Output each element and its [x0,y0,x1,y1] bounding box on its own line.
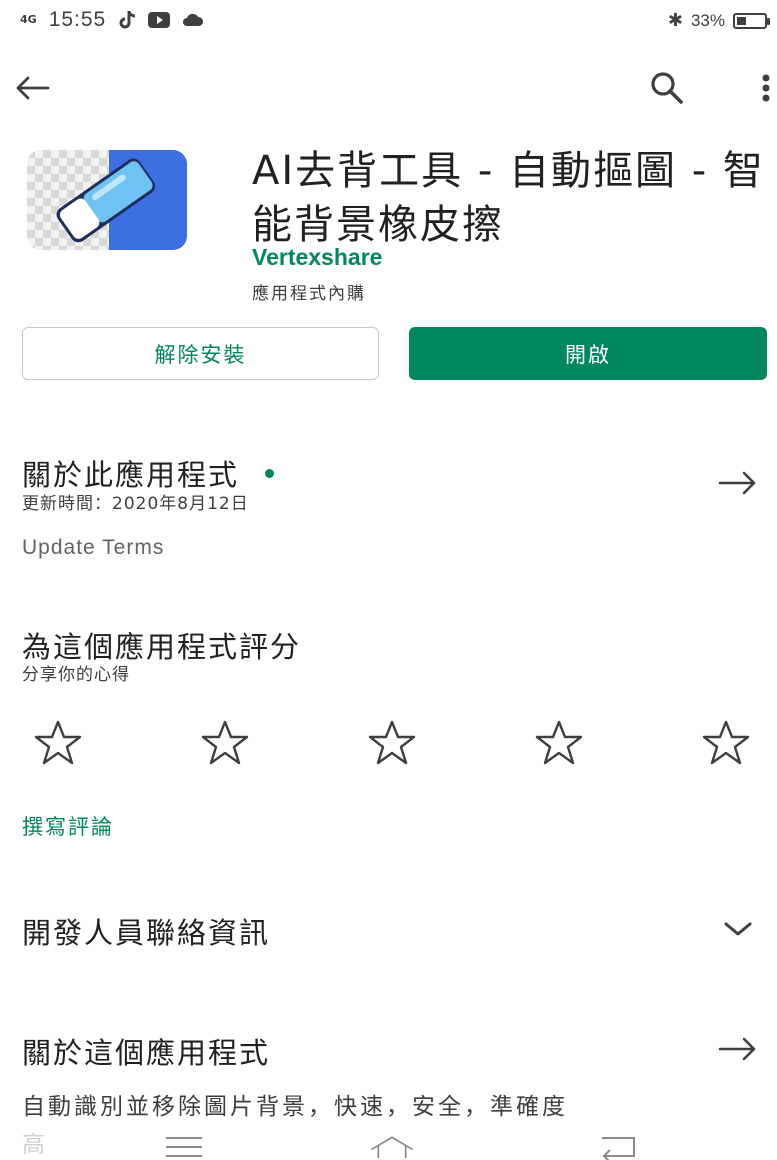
youtube-icon [148,12,171,28]
about-section-label: 關於此應用程式 [22,458,240,492]
update-terms-text: Update Terms [22,536,165,559]
star-rating [0,718,777,768]
time: 15:55 [48,8,107,31]
status-bar: 4G 15:55 ✱ 33% [0,0,777,46]
developer-link[interactable]: Vertexshare [252,244,382,271]
open-button[interactable]: 開啟 [409,327,767,380]
cloud-icon [183,13,204,26]
developer-contact-title[interactable]: 開發人員聯絡資訊 [22,910,270,952]
arrow-right-icon[interactable] [716,1032,760,1066]
about-section-title[interactable]: 關於此應用程式 [22,452,275,494]
write-review-link[interactable]: 撰寫評論 [22,811,114,841]
menu-icon[interactable] [160,1132,208,1160]
app-icon [27,150,187,250]
star-icon-3[interactable] [366,718,418,768]
chevron-down-icon[interactable] [720,918,756,940]
battery-percent: 33% [690,10,725,30]
battery-fill [737,16,746,25]
star-icon-4[interactable] [533,718,585,768]
back-icon[interactable] [596,1132,644,1160]
system-nav-bar [0,1128,777,1160]
more-vert-icon[interactable] [752,66,776,110]
top-bar [0,58,777,118]
app-title: AI去背工具 - 自動摳圖 - 智能背景橡皮擦 [252,148,765,248]
rate-section-subtitle: 分享你的心得 [22,665,130,685]
star-icon-1[interactable] [32,718,84,768]
tiktok-icon [119,11,136,29]
battery-icon [733,12,770,29]
about-app-title[interactable]: 關於這個應用程式 [22,1030,270,1072]
star-icon-5[interactable] [700,718,752,768]
bluetooth-icon: ✱ [667,10,683,31]
search-icon[interactable] [644,66,688,110]
signal-icon: 4G [20,13,37,26]
star-icon-2[interactable] [199,718,251,768]
in-app-purchases-label: 應用程式內購 [252,284,366,304]
status-left: 4G 15:55 [20,8,204,32]
uninstall-button[interactable]: 解除安裝 [22,327,379,380]
network-type: 4G [20,13,37,26]
updated-date: 更新時間：2020年8月12日 [22,494,249,514]
status-right: ✱ 33% [667,10,770,31]
arrow-right-icon[interactable] [716,466,760,500]
app-description: 自動識別並移除圖片背景，快速，安全，準確度 [22,1094,568,1120]
back-arrow-icon[interactable] [10,66,54,110]
home-icon[interactable] [368,1132,416,1160]
update-dot-icon [265,468,275,478]
